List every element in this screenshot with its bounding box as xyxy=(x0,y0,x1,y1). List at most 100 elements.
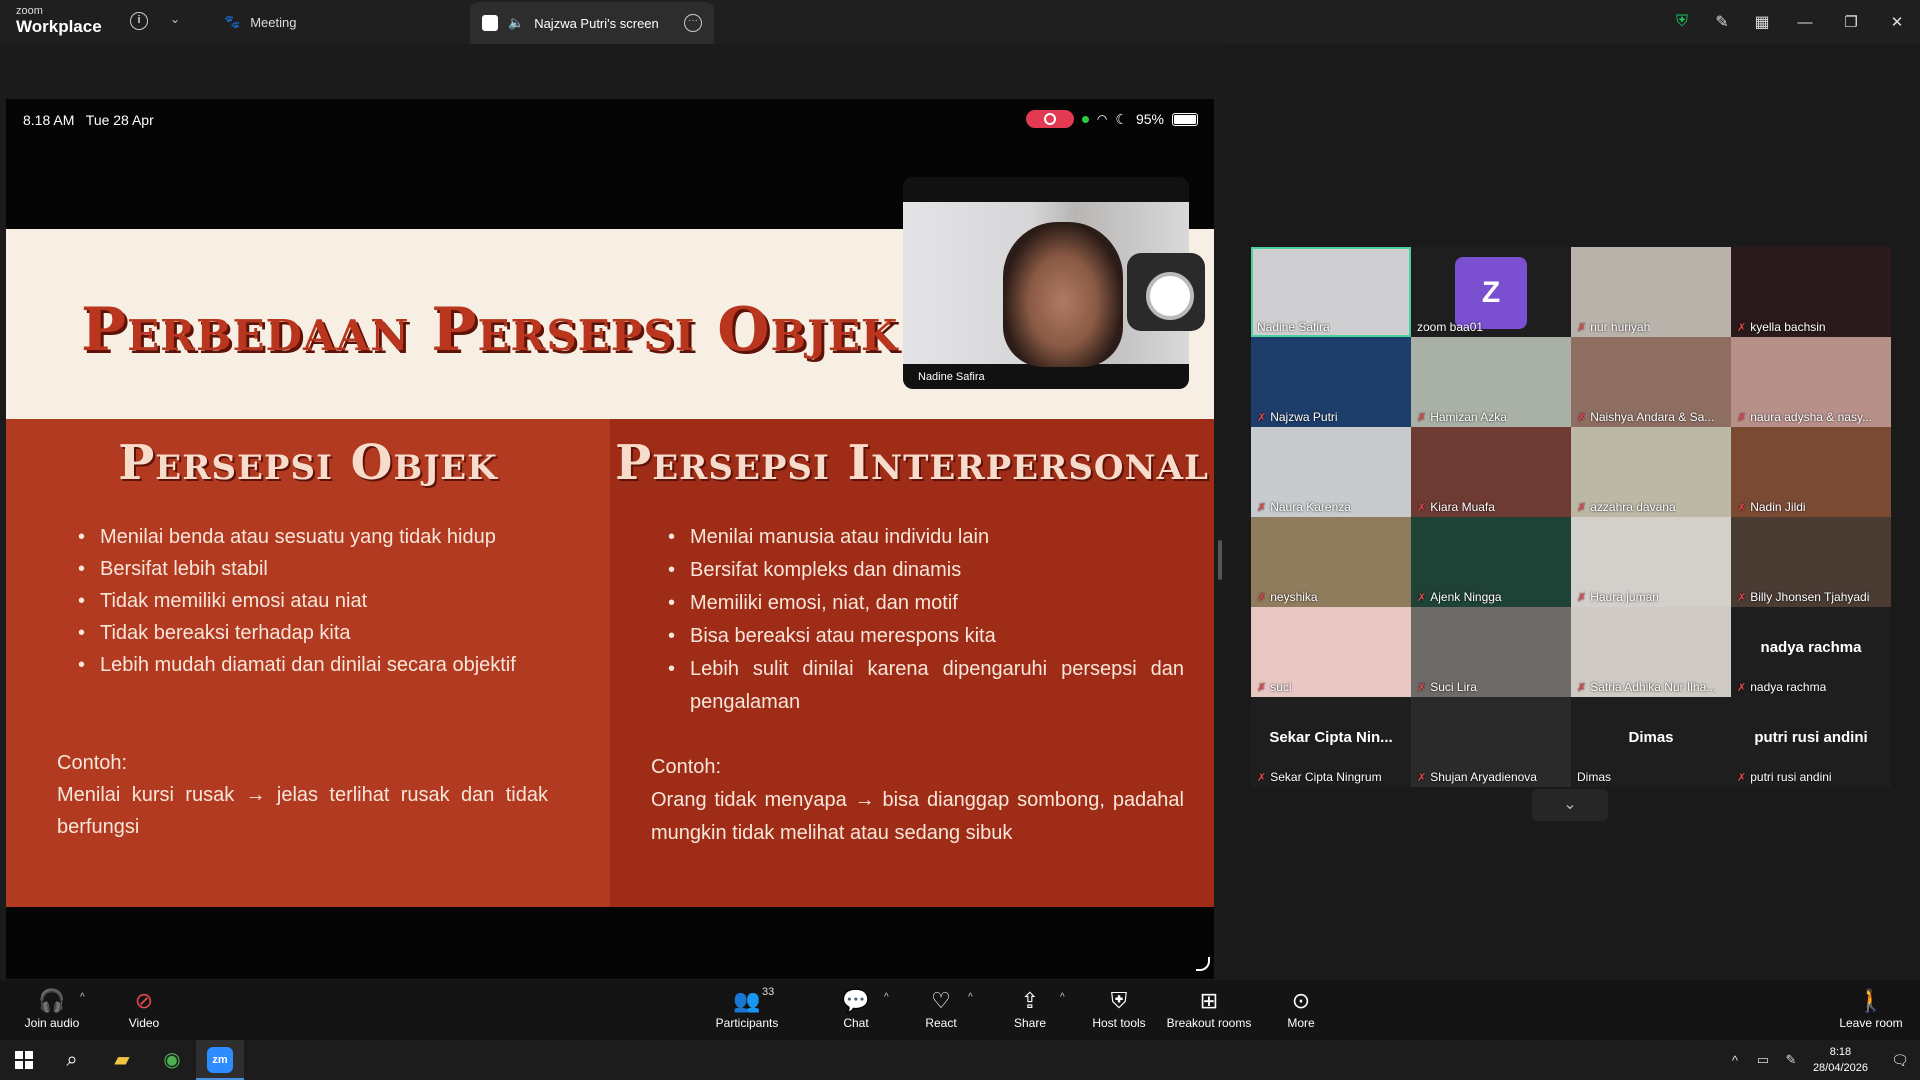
list-item: Bisa bereaksi atau merespons kita xyxy=(668,620,1184,653)
participant-tile[interactable]: ✗ Kiara Muafa xyxy=(1411,427,1571,517)
chevron-up-icon[interactable]: ^ xyxy=(80,992,85,1003)
splitter-handle[interactable] xyxy=(1218,540,1222,580)
participant-tile[interactable]: Nadine Safira xyxy=(1251,247,1411,337)
participant-tile[interactable]: ✗ Naishya Andara & Sa... xyxy=(1571,337,1731,427)
shield-check-icon[interactable]: ⛨ xyxy=(1662,13,1702,31)
meeting-info-icon[interactable]: i xyxy=(130,12,148,30)
left-column: Persepsi Objek Menilai benda atau sesuat… xyxy=(6,419,610,907)
search-icon[interactable]: ⌕ xyxy=(48,1040,96,1080)
start-button[interactable] xyxy=(0,1040,48,1080)
participant-tile[interactable]: ✗ Nadin Jildi xyxy=(1731,427,1891,517)
maximize-button[interactable]: ❐ xyxy=(1828,13,1874,31)
participant-name-label: ✗ putri rusi andini xyxy=(1737,770,1832,784)
left-bullet-list: Menilai benda atau sesuatu yang tidak hi… xyxy=(78,521,548,681)
cursor-icon xyxy=(1196,957,1210,971)
participant-name-label: ✗ naura adysha & nasy... xyxy=(1737,410,1873,424)
system-clock[interactable]: 8:18 28/04/2026 xyxy=(1813,1044,1868,1076)
participant-name-label: ✗ kyella bachsin xyxy=(1737,320,1826,334)
participant-name-label: ✗ Najzwa Putri xyxy=(1257,410,1338,424)
participant-tile[interactable]: ✗ neyshika xyxy=(1251,517,1411,607)
participant-tile[interactable]: ✗ suci xyxy=(1251,607,1411,697)
host-tools-button[interactable]: ⛨ Host tools xyxy=(1090,988,1148,1030)
participant-tile[interactable]: Sekar Cipta Nin... ✗ Sekar Cipta Ningrum xyxy=(1251,697,1411,787)
participant-tile[interactable]: ✗ Ajenk Ningga xyxy=(1411,517,1571,607)
minimize-button[interactable]: — xyxy=(1782,14,1828,31)
participant-tile[interactable]: Zzoom baa01 xyxy=(1411,247,1571,337)
meeting-toolbar: 🎧 Join audio ^ ⊘ Video 👥 Participants 33… xyxy=(0,980,1920,1040)
participant-tile[interactable]: Dimas Dimas xyxy=(1571,697,1731,787)
mic-muted-icon: ✗ xyxy=(1417,411,1427,424)
assistive-touch-button[interactable] xyxy=(1127,253,1205,331)
breakout-rooms-button[interactable]: ⊞ Breakout rooms xyxy=(1166,988,1252,1030)
notification-icon[interactable]: 🗨 xyxy=(1880,1052,1920,1069)
title-bar: zoom Workplace i ⌄ 🐾 Meeting 🔈 Najzwa Pu… xyxy=(0,0,1920,44)
participant-tile[interactable]: ✗ Haura juman xyxy=(1571,517,1731,607)
participant-tile[interactable]: ✗ azzahra davana xyxy=(1571,427,1731,517)
layout-icon[interactable]: ▦ xyxy=(1742,12,1782,32)
list-item: Menilai manusia atau individu lain xyxy=(668,521,1184,554)
participant-name-label: ✗ Billy Jhonsen Tjahyadi xyxy=(1737,590,1870,604)
right-example: Contoh: Orang tidak menyapa → bisa diang… xyxy=(651,756,1184,844)
paw-icon: 🐾 xyxy=(224,14,241,29)
react-button[interactable]: ♡ React ^ xyxy=(924,988,972,1030)
participant-name-label: Nadine Safira xyxy=(1257,320,1330,334)
participant-tile[interactable]: ✗ naura adysha & nasy... xyxy=(1731,337,1891,427)
chevron-up-icon[interactable]: ^ xyxy=(1060,992,1065,1003)
gallery-next-page-button[interactable]: ⌄ xyxy=(1532,789,1608,821)
participant-name-label: ✗ Naishya Andara & Sa... xyxy=(1577,410,1715,424)
chevron-up-icon[interactable]: ^ xyxy=(884,992,889,1003)
participant-tile[interactable]: ✗ Satria Adhika Nur Ilha... xyxy=(1571,607,1731,697)
participant-tile[interactable]: ✗ Naura Karenza xyxy=(1251,427,1411,517)
more-options-icon[interactable]: ··· xyxy=(684,14,702,32)
avatar: Z xyxy=(1455,257,1527,329)
pencil-icon[interactable]: ✎ xyxy=(1702,12,1742,32)
participant-tile[interactable]: nadya rachma ✗ nadya rachma xyxy=(1731,607,1891,697)
list-item: Tidak bereaksi terhadap kita xyxy=(78,617,548,649)
leave-room-button[interactable]: 🚶 Leave room xyxy=(1838,988,1904,1030)
mic-muted-icon: ✗ xyxy=(1577,591,1587,604)
participant-name-label: ✗ Suci Lira xyxy=(1417,680,1477,694)
zoom-workplace-logo: zoom Workplace xyxy=(16,5,102,36)
list-item: Tidak memiliki emosi atau niat xyxy=(78,585,548,617)
participant-tile[interactable]: ✗ Shujan Aryadienova xyxy=(1411,697,1571,787)
participant-display-name: Dimas xyxy=(1628,729,1674,746)
mic-muted-icon: ✗ xyxy=(1257,591,1267,604)
pen-icon[interactable]: ✎ xyxy=(1777,1052,1805,1068)
participant-tile[interactable]: putri rusi andini ✗ putri rusi andini xyxy=(1731,697,1891,787)
list-item: Bersifat lebih stabil xyxy=(78,553,548,585)
participant-display-name: putri rusi andini xyxy=(1754,729,1868,746)
share-button[interactable]: ⇪ Share ^ xyxy=(1014,988,1065,1030)
participant-tile[interactable]: ✗ Suci Lira xyxy=(1411,607,1571,697)
close-button[interactable]: ✕ xyxy=(1874,13,1920,31)
chevron-down-icon[interactable]: ⌄ xyxy=(170,12,180,26)
camera-in-use-icon xyxy=(1081,115,1089,123)
network-icon[interactable]: ▭ xyxy=(1749,1052,1777,1068)
battery-percent: 95% xyxy=(1135,111,1164,127)
screen-record-icon xyxy=(1025,110,1074,128)
windows-taskbar: ⌕ ▰ ◉ zm ^ ▭ ✎ 8:18 28/04/2026 🗨 xyxy=(0,1040,1920,1080)
zoom-taskbar-icon[interactable]: zm xyxy=(196,1040,244,1080)
mic-muted-icon: ✗ xyxy=(1737,681,1747,694)
participant-tile[interactable]: ✗ Najzwa Putri xyxy=(1251,337,1411,427)
participant-display-name: Sekar Cipta Nin... xyxy=(1269,729,1393,746)
chrome-icon[interactable]: ◉ xyxy=(148,1040,196,1080)
chat-icon: 💬 xyxy=(842,988,870,1013)
participant-tile[interactable]: ✗ Billy Jhonsen Tjahyadi xyxy=(1731,517,1891,607)
video-button[interactable]: ⊘ Video xyxy=(124,988,164,1030)
chat-button[interactable]: 💬 Chat ^ xyxy=(840,988,888,1030)
file-explorer-icon[interactable]: ▰ xyxy=(98,1040,146,1080)
tab-meeting[interactable]: 🐾 Meeting xyxy=(210,0,310,44)
participant-display-name: nadya rachma xyxy=(1760,639,1862,656)
participant-tile[interactable]: ✗ nur huriyah xyxy=(1571,247,1731,337)
participant-name-label: zoom baa01 xyxy=(1417,320,1484,334)
participant-tile[interactable]: ✗ kyella bachsin xyxy=(1731,247,1891,337)
mic-muted-icon: ✗ xyxy=(1417,591,1427,604)
tab-shared-screen[interactable]: 🔈 Najzwa Putri's screen ··· xyxy=(470,2,714,44)
more-button[interactable]: ⊙ More xyxy=(1286,988,1316,1030)
more-icon: ⊙ xyxy=(1291,988,1311,1013)
chevron-up-icon[interactable]: ^ xyxy=(968,992,973,1003)
join-audio-button[interactable]: 🎧 Join audio ^ xyxy=(22,988,85,1030)
chevron-up-icon[interactable]: ^ xyxy=(1721,1053,1749,1068)
participant-tile[interactable]: ✗ Hamizan Azka xyxy=(1411,337,1571,427)
participants-button[interactable]: 👥 Participants 33 xyxy=(712,986,782,1030)
